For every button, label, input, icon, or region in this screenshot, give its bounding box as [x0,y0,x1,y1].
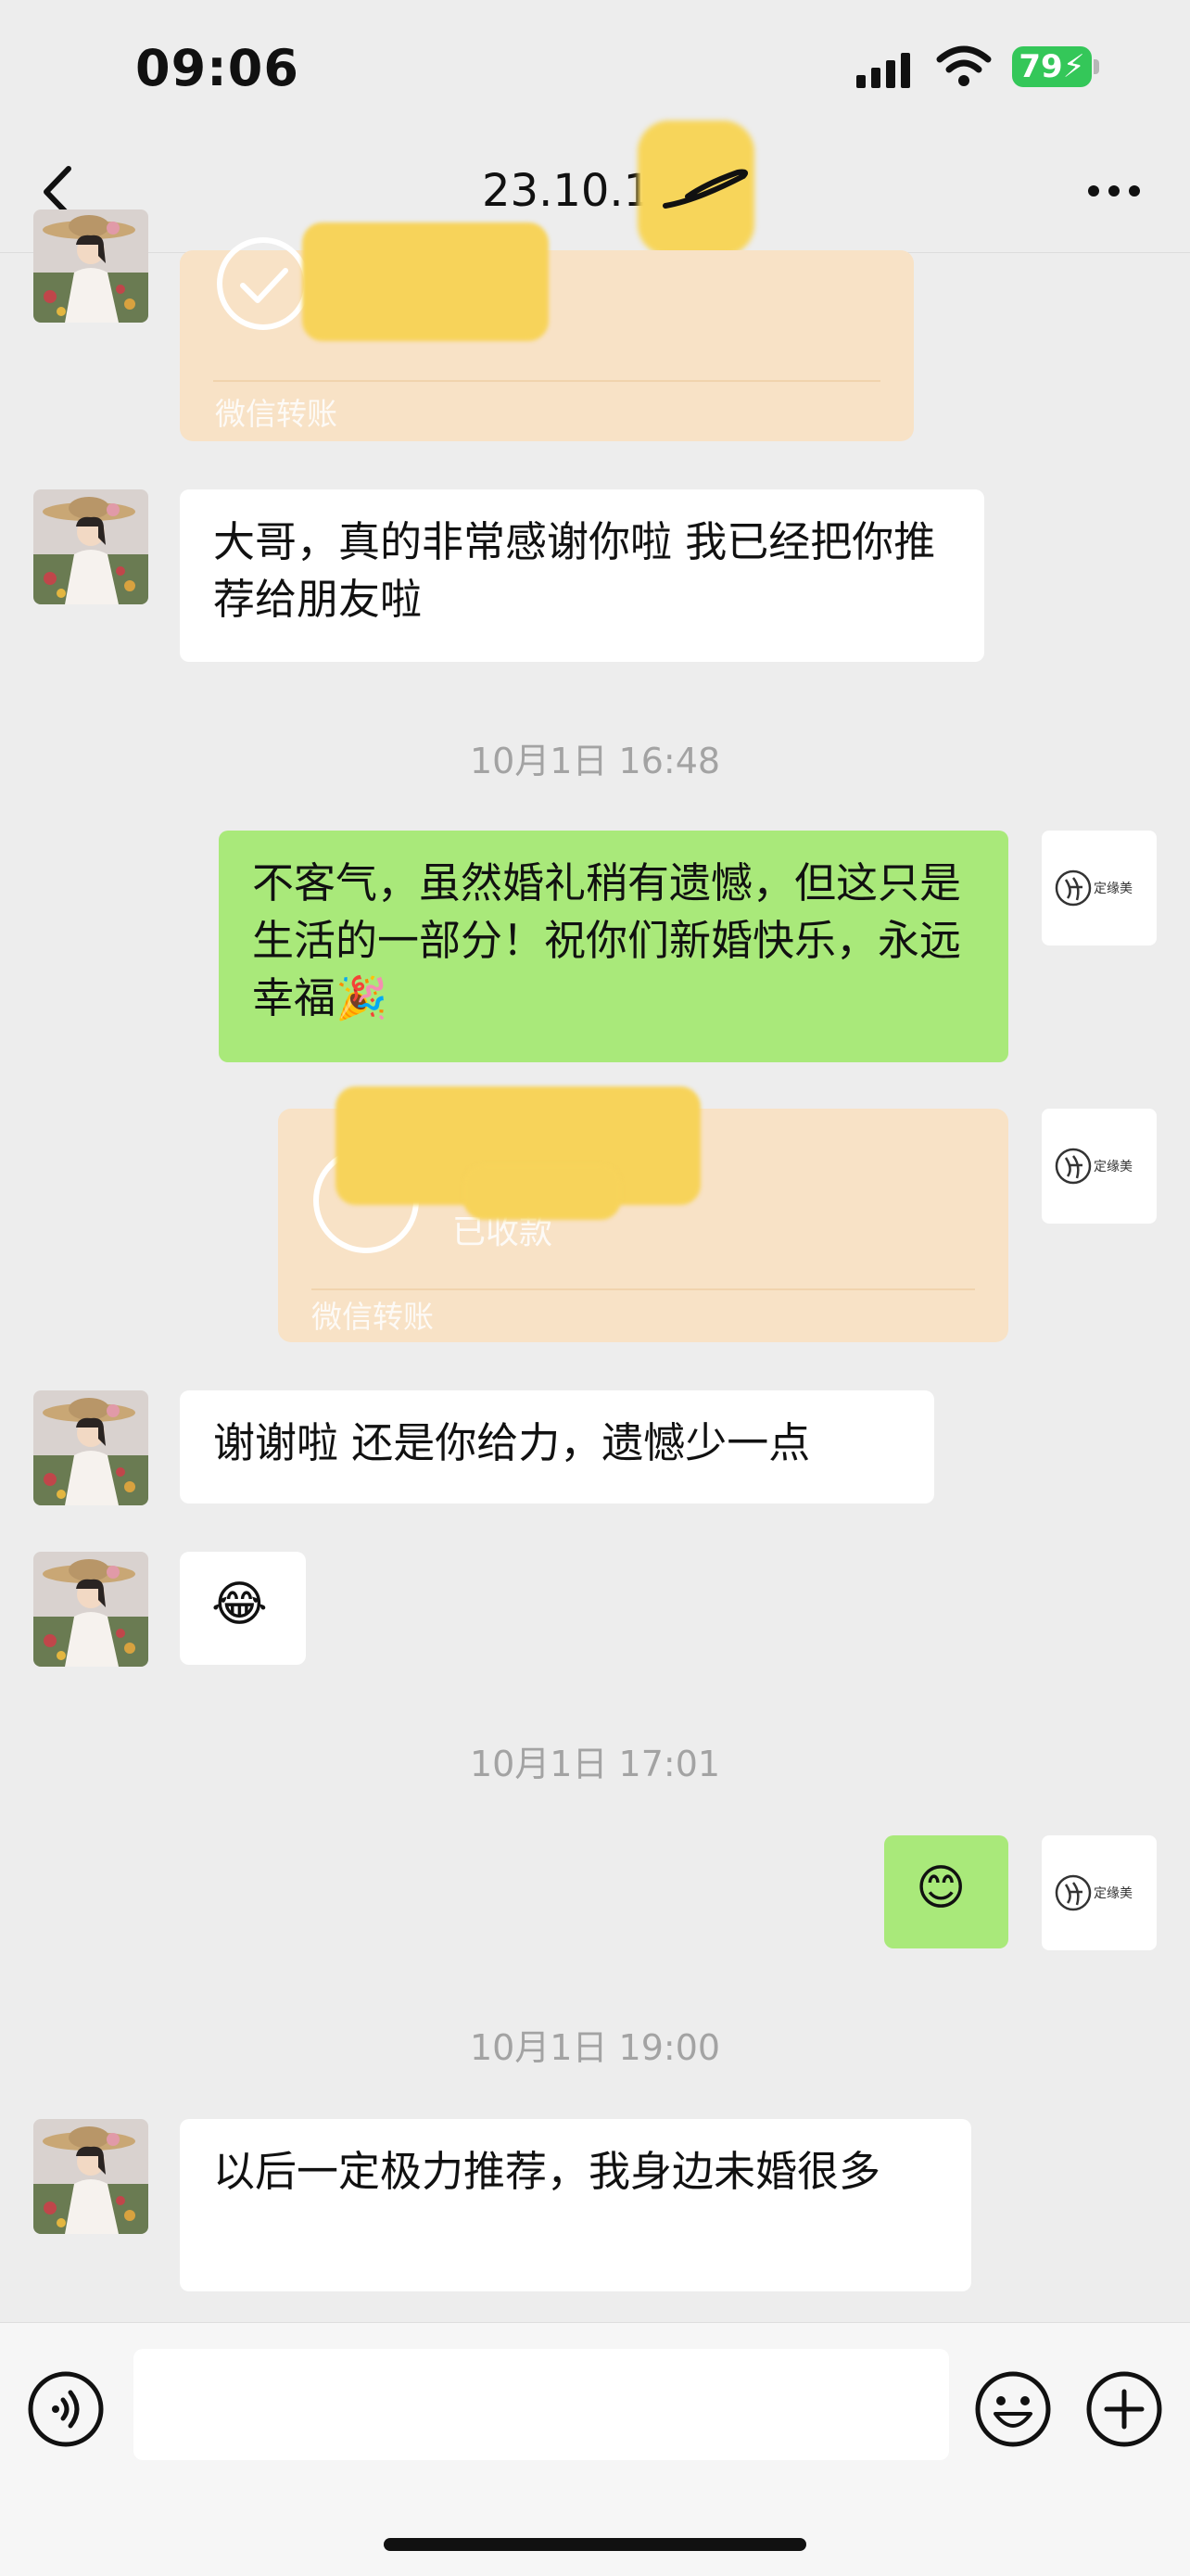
contact-avatar[interactable] [33,2119,148,2234]
battery-indicator: 79 ⚡ [1012,46,1092,87]
chat-title: 23.10.1 [482,165,652,217]
battery-level: 79 [1019,48,1063,85]
redaction-mark [463,1164,621,1220]
home-indicator [384,2538,806,2551]
timestamp-divider: 10月1日 16:48 [469,741,721,781]
transfer-divider [213,380,880,382]
cellular-signal-icon [856,53,910,88]
transfer-divider [311,1288,975,1290]
my-avatar[interactable]: 定缘美 [1042,831,1157,945]
message-bubble-sent[interactable]: 不客气，虽然婚礼稍有遗憾，但这只是生活的一部分！祝你们新婚快乐，永远幸福🎉 [219,831,1008,1062]
wifi-icon [936,45,992,86]
message-bubble-received[interactable]: 大哥，真的非常感谢你啦 我已经把你推荐给朋友啦 [180,489,984,662]
message-bubble-received[interactable]: 谢谢啦 还是你给力，遗憾少一点 [180,1390,934,1504]
contact-avatar[interactable] [33,209,148,323]
battery-tip [1094,59,1099,74]
brand-logo-icon: 定缘美 [1055,1148,1133,1185]
contact-avatar[interactable] [33,1552,148,1667]
transfer-card[interactable]: 微信转账 [180,222,914,441]
brand-logo-icon: 定缘美 [1055,869,1133,907]
brand-logo-text: 定缘美 [1094,1886,1133,1901]
brand-logo-icon: 定缘美 [1055,1874,1133,1911]
emoji-bubble-received[interactable]: 😂 [180,1552,306,1665]
my-avatar[interactable]: 定缘美 [1042,1109,1157,1224]
emoji-bubble-sent[interactable]: 😊 [884,1835,1008,1948]
timestamp-divider: 10月1日 17:01 [469,1744,721,1784]
status-time: 09:06 [135,39,299,97]
my-avatar[interactable]: 定缘美 [1042,1835,1157,1950]
brand-logo-text: 定缘美 [1094,882,1133,896]
contact-avatar[interactable] [33,1390,148,1505]
scribble-mark [663,169,748,209]
message-bubble-received[interactable]: 以后一定极力推荐，我身边未婚很多 [180,2119,971,2291]
message-input[interactable] [133,2349,949,2460]
voice-icon[interactable] [26,2369,106,2449]
redaction-mark [302,222,549,341]
charging-bolt-icon: ⚡ [1062,48,1085,85]
brand-logo-text: 定缘美 [1094,1160,1133,1174]
emoji-icon[interactable] [973,2369,1053,2449]
transfer-label: 微信转账 [215,396,337,432]
timestamp-divider: 10月1日 19:00 [469,2027,721,2068]
contact-avatar[interactable] [33,489,148,604]
more-dots-icon[interactable] [1086,182,1142,200]
transfer-label: 微信转账 [311,1299,434,1335]
plus-icon[interactable] [1084,2369,1164,2449]
check-circle-icon [217,237,310,330]
transfer-card[interactable]: 已收款 微信转账 [278,1086,1008,1342]
